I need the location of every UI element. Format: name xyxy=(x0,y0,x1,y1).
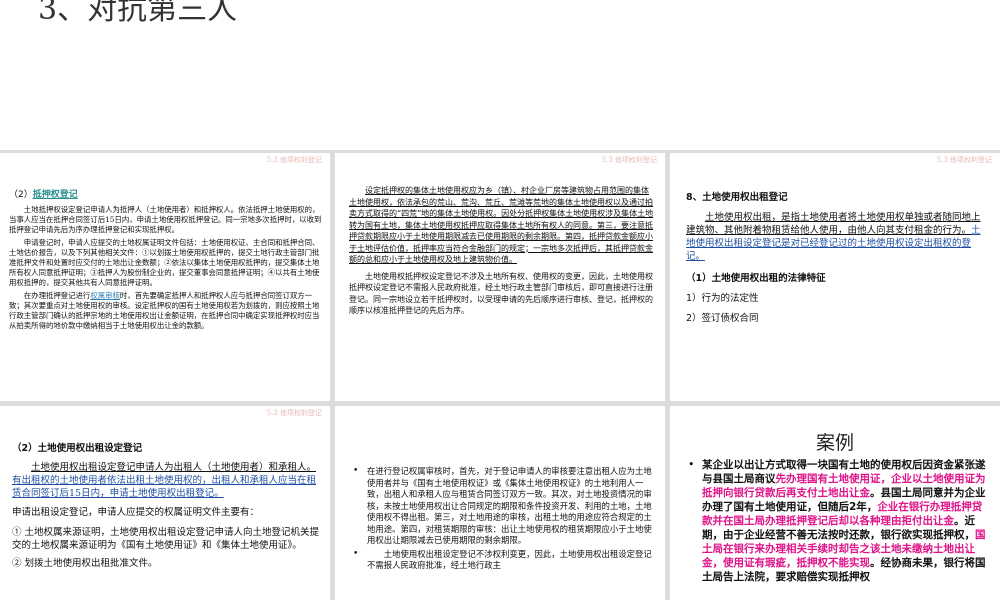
slide-title: 案例 xyxy=(815,432,854,454)
subheading: （1）土地使用权出租的法律特征 xyxy=(686,273,826,284)
paragraph: 土地使用权出租，是指土地使用者将土地使用权单独或者随同地上建筑物、其他附着物租赁… xyxy=(686,211,986,263)
heading-number: （2） xyxy=(9,190,33,200)
slide-mortgage-continued: 5.3 他项权利登记 设定抵押权的集体土地使用权应为乡（镇）、村企业厂房等建筑物… xyxy=(335,153,665,401)
ownership-review-link[interactable]: 权属审核 xyxy=(90,291,120,300)
bullet-item: • 某企业以出让方式取得一块国有土地的使用权后因资金紧张遂与县国土局商议先办理国… xyxy=(688,458,992,584)
paragraph: 申请出租设定登记，申请人应提交的权属证明文件主要有： xyxy=(12,507,260,518)
slide-lease-review: • 在进行登记权属审核时，首先，对于登记申请人的审核要注意出租人应为土地使用者并… xyxy=(335,406,665,600)
paragraph: 设定抵押权的集体土地使用权应为乡（镇）、村企业厂房等建筑物占用范围的集体土地使用… xyxy=(349,186,654,264)
top-slide-title: 3、对抗第三人 xyxy=(38,0,238,27)
paragraph: 在进行登记权属审核时，首先，对于登记申请人的审核要注意出租人应为土地使用者并与《… xyxy=(367,466,652,545)
list-item: ② 划拨土地使用权出租批准文件。 xyxy=(12,558,158,569)
slide-header: 5.3 他项权利登记 xyxy=(601,156,657,164)
section-heading: （2）土地使用权出租设定登记 xyxy=(12,443,143,454)
text: 土地使用权出租设定登记申请人为出租人（土地使用者）和承租人。 xyxy=(31,462,317,473)
mortgage-link[interactable]: 抵押权登记 xyxy=(33,190,78,200)
list-item: 1）行为的法定性 xyxy=(686,293,759,304)
list-item: 2）签订债权合同 xyxy=(686,313,759,324)
slide-header: 5.3 他项权利登记 xyxy=(266,409,322,417)
paragraph: 土地使用权抵押权设定登记不涉及土地所有权、使用权的变更，因此，土地使用权抵押权设… xyxy=(349,271,653,316)
slide-lease-setup: 5.3 他项权利登记 （2）土地使用权出租设定登记 土地使用权出租设定登记申请人… xyxy=(0,406,330,600)
bullet-icon: • xyxy=(353,466,359,476)
text: 有出租权的土地使用者依法出租土地使用权的，出租人和承租人应当在租赁合同签订后15… xyxy=(12,475,317,499)
section-heading: （2）抵押权登记 xyxy=(9,187,323,200)
section-heading: 8、土地使用权出租登记 xyxy=(686,192,788,203)
top-slide: 3、对抗第三人 xyxy=(0,0,1000,150)
paragraph: 土地使用权出租设定登记不涉权利变更，因此，土地使用权出租设定登记不需报人民政府批… xyxy=(367,548,652,571)
text: 在办理抵押登记进行 xyxy=(23,291,91,300)
slide-lease-registration: 5.3 他项权利登记 8、土地使用权出租登记 土地使用权出租，是指土地使用者将土… xyxy=(670,153,1000,401)
bullet-icon: • xyxy=(353,548,359,559)
slide-header: 5.3 他项权利登记 xyxy=(266,156,322,164)
text: 土地使用权出租，是指土地使用者将土地使用权单独或者随同地上建筑物、其他附着物租赁… xyxy=(686,212,981,236)
bullet-item: • 在进行登记权属审核时，首先，对于登记申请人的审核要注意出租人应为土地使用者并… xyxy=(353,466,655,547)
slide-header: 5.3 他项权利登记 xyxy=(936,156,992,164)
list-item: ① 土地权属来源证明，土地使用权出租设定登记申请人向土地登记机关提交的土地权属来… xyxy=(12,527,320,551)
bullet-item: • 土地使用权出租设定登记不涉权利变更，因此，土地使用权出租设定登记不需报人民政… xyxy=(353,549,655,572)
paragraph: 土地使用权出租设定登记申请人为出租人（土地使用者）和承租人。有出租权的土地使用者… xyxy=(12,461,322,500)
paragraph: 申请登记时，申请人应提交的土地权属证明文件包括：土地使用权证、主合同和抵押合同、… xyxy=(9,238,320,287)
slide-case-study: 案例 • 某企业以出让方式取得一块国有土地的使用权后因资金紧张遂与县国土局商议先… xyxy=(670,406,1000,600)
slide-mortgage-registration: 5.3 他项权利登记 （2）抵押权登记 土地抵押权设定登记申请人为抵押人（土地使… xyxy=(0,153,330,401)
paragraph: 土地抵押权设定登记申请人为抵押人（土地使用者）和抵押权人。依法抵押土地使用权的，… xyxy=(9,205,322,234)
case-text: 某企业以出让方式取得一块国有土地的使用权后因资金紧张遂与县国土局商议先办理国有土… xyxy=(702,458,992,584)
bullet-icon: • xyxy=(688,458,695,471)
paragraph: 在办理抵押登记进行权属审核时，首先要确定抵押人和抵押权人应与抵押合同签订双方一致… xyxy=(9,291,323,331)
